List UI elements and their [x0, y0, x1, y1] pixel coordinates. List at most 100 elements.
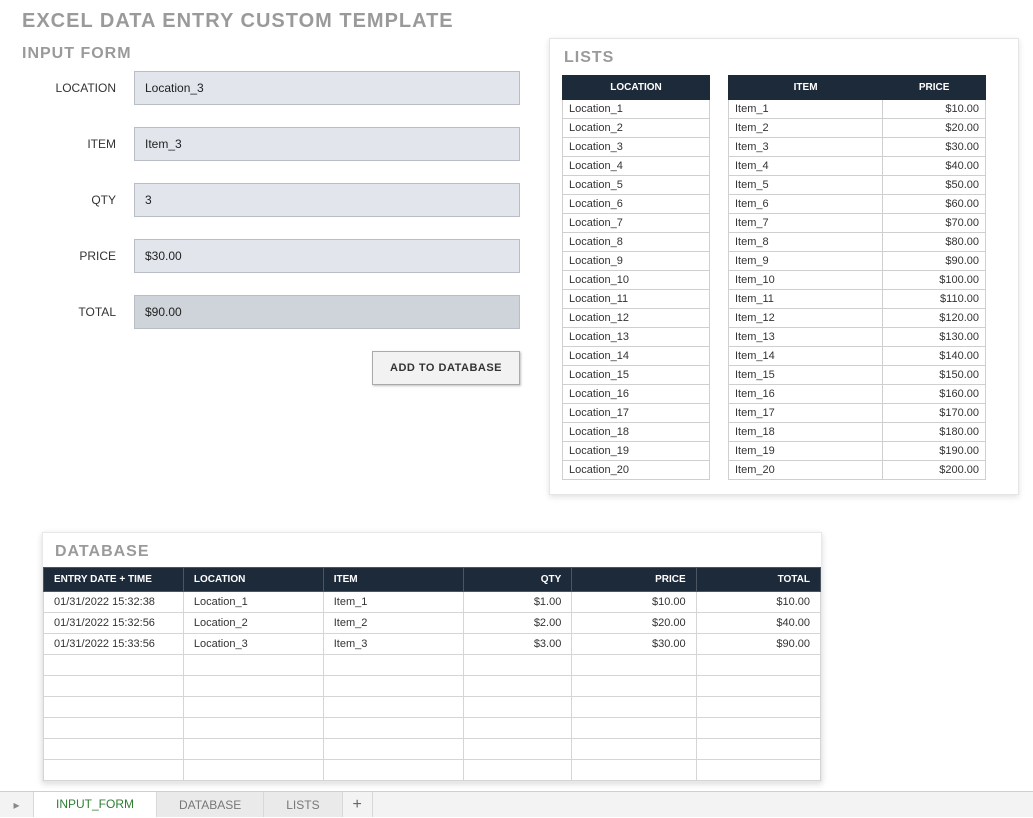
- list-item[interactable]: Item_14: [729, 347, 883, 366]
- sheet-nav-prev[interactable]: ▸: [0, 792, 34, 817]
- table-row[interactable]: [44, 739, 821, 760]
- add-to-database-button[interactable]: ADD TO DATABASE: [372, 351, 520, 385]
- list-item[interactable]: Location_5: [563, 176, 710, 195]
- list-item-price[interactable]: $190.00: [883, 442, 986, 461]
- list-item[interactable]: Item_8: [729, 233, 883, 252]
- list-item[interactable]: Item_11: [729, 290, 883, 309]
- table-cell: [183, 676, 323, 697]
- list-item[interactable]: Item_5: [729, 176, 883, 195]
- list-item[interactable]: Location_14: [563, 347, 710, 366]
- list-item[interactable]: Location_20: [563, 461, 710, 480]
- input-price[interactable]: $30.00: [134, 239, 520, 273]
- list-item[interactable]: Item_10: [729, 271, 883, 290]
- table-row[interactable]: 01/31/2022 15:32:56Location_2Item_2$2.00…: [44, 613, 821, 634]
- list-item[interactable]: Item_17: [729, 404, 883, 423]
- table-cell: [696, 676, 820, 697]
- db-header-qty: QTY: [463, 568, 572, 592]
- list-item[interactable]: Item_3: [729, 138, 883, 157]
- list-item-price[interactable]: $120.00: [883, 309, 986, 328]
- table-cell: [463, 676, 572, 697]
- list-item-price[interactable]: $40.00: [883, 157, 986, 176]
- table-cell: [696, 739, 820, 760]
- price-header: PRICE: [883, 76, 986, 100]
- list-item[interactable]: Location_18: [563, 423, 710, 442]
- list-item[interactable]: Location_8: [563, 233, 710, 252]
- item-header: ITEM: [729, 76, 883, 100]
- sheet-tab-lists[interactable]: LISTS: [264, 792, 342, 817]
- list-item[interactable]: Location_9: [563, 252, 710, 271]
- list-item-price[interactable]: $130.00: [883, 328, 986, 347]
- list-item-price[interactable]: $200.00: [883, 461, 986, 480]
- list-item-price[interactable]: $20.00: [883, 119, 986, 138]
- list-item-price[interactable]: $100.00: [883, 271, 986, 290]
- list-item[interactable]: Location_17: [563, 404, 710, 423]
- list-item-price[interactable]: $50.00: [883, 176, 986, 195]
- list-item-price[interactable]: $110.00: [883, 290, 986, 309]
- list-item[interactable]: Item_13: [729, 328, 883, 347]
- table-row[interactable]: [44, 697, 821, 718]
- table-cell: $10.00: [572, 592, 696, 613]
- database-table: ENTRY DATE + TIME LOCATION ITEM QTY PRIC…: [43, 567, 821, 781]
- list-item[interactable]: Location_7: [563, 214, 710, 233]
- table-row[interactable]: 01/31/2022 15:33:56Location_3Item_3$3.00…: [44, 634, 821, 655]
- list-item[interactable]: Item_19: [729, 442, 883, 461]
- list-item[interactable]: Location_10: [563, 271, 710, 290]
- list-item[interactable]: Location_6: [563, 195, 710, 214]
- list-item-price[interactable]: $60.00: [883, 195, 986, 214]
- list-item[interactable]: Item_20: [729, 461, 883, 480]
- table-cell: 01/31/2022 15:32:56: [44, 613, 184, 634]
- input-item[interactable]: Item_3: [134, 127, 520, 161]
- list-item[interactable]: Item_18: [729, 423, 883, 442]
- list-item-price[interactable]: $180.00: [883, 423, 986, 442]
- list-item-price[interactable]: $80.00: [883, 233, 986, 252]
- list-item[interactable]: Location_13: [563, 328, 710, 347]
- add-sheet-button[interactable]: +: [343, 792, 373, 817]
- sheet-tab-input_form[interactable]: INPUT_FORM: [34, 792, 157, 818]
- db-header-price: PRICE: [572, 568, 696, 592]
- table-cell: [183, 718, 323, 739]
- label-qty: QTY: [22, 193, 134, 207]
- list-item[interactable]: Location_2: [563, 119, 710, 138]
- input-qty[interactable]: 3: [134, 183, 520, 217]
- db-header-entry: ENTRY DATE + TIME: [44, 568, 184, 592]
- list-item-price[interactable]: $70.00: [883, 214, 986, 233]
- table-row[interactable]: [44, 760, 821, 781]
- list-item-price[interactable]: $160.00: [883, 385, 986, 404]
- list-item-price[interactable]: $140.00: [883, 347, 986, 366]
- list-item[interactable]: Location_4: [563, 157, 710, 176]
- table-cell: [572, 760, 696, 781]
- table-cell: Item_2: [323, 613, 463, 634]
- list-item-price[interactable]: $150.00: [883, 366, 986, 385]
- table-cell: [696, 697, 820, 718]
- list-item[interactable]: Item_7: [729, 214, 883, 233]
- list-item[interactable]: Item_16: [729, 385, 883, 404]
- list-item[interactable]: Item_9: [729, 252, 883, 271]
- list-item[interactable]: Location_3: [563, 138, 710, 157]
- list-item-price[interactable]: $170.00: [883, 404, 986, 423]
- list-item[interactable]: Item_4: [729, 157, 883, 176]
- list-item[interactable]: Location_1: [563, 100, 710, 119]
- table-row[interactable]: [44, 718, 821, 739]
- sheet-tab-database[interactable]: DATABASE: [157, 792, 264, 817]
- lists-panel: LISTS LOCATION Location_1Location_2Locat…: [549, 38, 1019, 495]
- list-item[interactable]: Location_11: [563, 290, 710, 309]
- list-item[interactable]: Item_2: [729, 119, 883, 138]
- table-cell: [572, 676, 696, 697]
- list-item-price[interactable]: $30.00: [883, 138, 986, 157]
- list-item-price[interactable]: $10.00: [883, 100, 986, 119]
- table-row[interactable]: [44, 655, 821, 676]
- list-item[interactable]: Item_12: [729, 309, 883, 328]
- table-cell: [323, 676, 463, 697]
- table-row[interactable]: [44, 676, 821, 697]
- list-item[interactable]: Location_16: [563, 385, 710, 404]
- list-item[interactable]: Location_12: [563, 309, 710, 328]
- table-cell: [183, 760, 323, 781]
- list-item[interactable]: Location_15: [563, 366, 710, 385]
- list-item[interactable]: Item_15: [729, 366, 883, 385]
- input-location[interactable]: Location_3: [134, 71, 520, 105]
- list-item-price[interactable]: $90.00: [883, 252, 986, 271]
- list-item[interactable]: Item_6: [729, 195, 883, 214]
- table-row[interactable]: 01/31/2022 15:32:38Location_1Item_1$1.00…: [44, 592, 821, 613]
- list-item[interactable]: Location_19: [563, 442, 710, 461]
- list-item[interactable]: Item_1: [729, 100, 883, 119]
